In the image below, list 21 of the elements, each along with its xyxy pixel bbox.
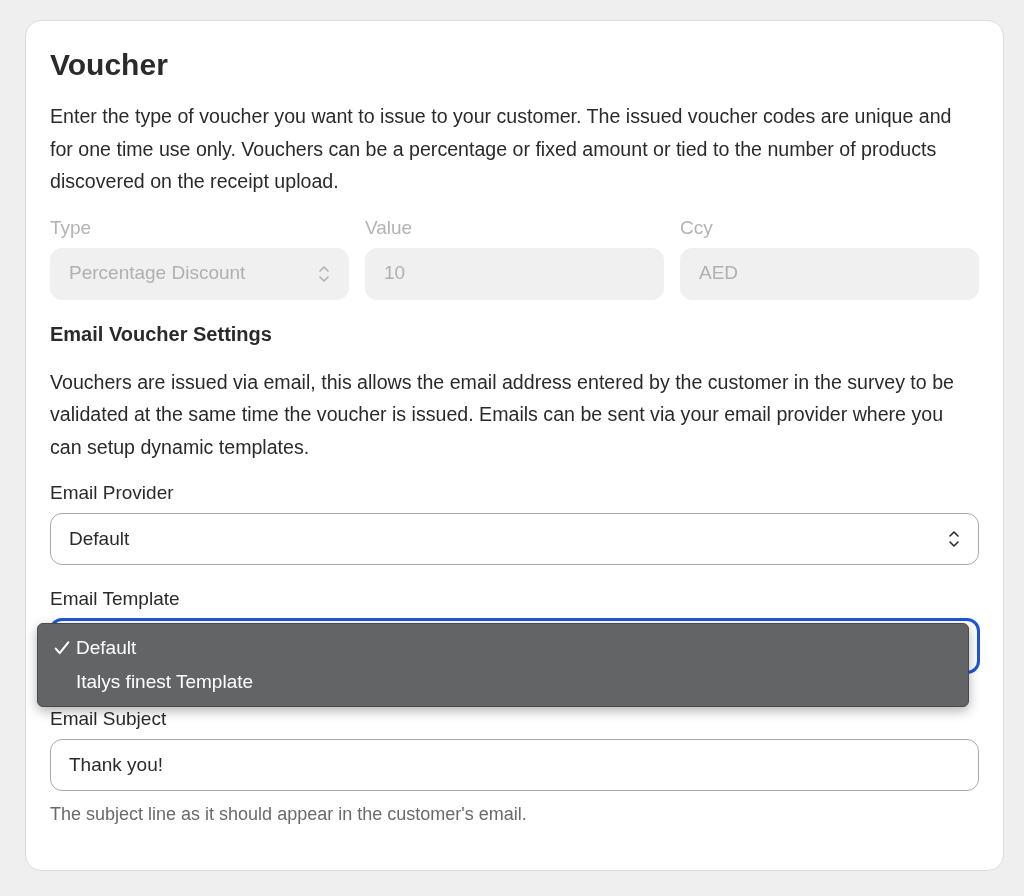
field-label: Value <box>365 215 414 240</box>
input-field: AED <box>680 247 979 300</box>
help-text: The subject line as it should appear in the customer's email. <box>50 803 528 826</box>
intro-text: Enter the type of voucher you want to issue to your customer. The issued voucher codes are unique and for one time use only. Vouchers can be a percentage or fixed amount or tied to the number of products discovered on the receipt upload. <box>50 104 953 194</box>
menu-option[interactable]: Default <box>38 631 968 665</box>
chevron-updown-icon <box>948 529 960 549</box>
checkmark-icon <box>54 640 70 656</box>
field-label: Email Template <box>50 587 181 611</box>
input-field: 10 <box>365 247 664 300</box>
section-description: Vouchers are issued via email, this allows the email address entered by the customer in the survey to be validated at the same time the voucher is issued. Emails can be sent via your email provider where you can setup dynamic templates. <box>50 369 955 460</box>
type-select: Percentage Discount <box>50 247 349 300</box>
field-label: Type <box>50 215 93 240</box>
menu-option[interactable]: Italys finest Template <box>38 665 968 699</box>
subject-input[interactable]: Thank you! <box>50 739 979 791</box>
section-heading: Email Voucher Settings <box>50 321 273 346</box>
field-label: Email Provider <box>50 481 175 505</box>
card-title: Voucher <box>50 47 169 83</box>
field-label: Ccy <box>680 215 714 240</box>
chevron-updown-icon <box>318 263 330 284</box>
field-label: Email Subject <box>50 707 168 731</box>
provider-select[interactable]: Default <box>50 513 979 565</box>
